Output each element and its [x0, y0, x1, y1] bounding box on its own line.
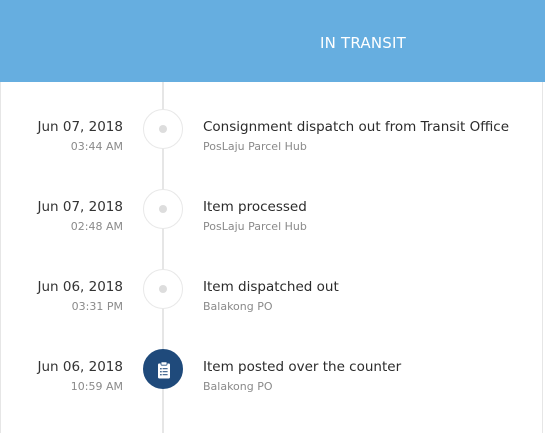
event-title: Item dispatched out: [203, 279, 339, 295]
event-time: 02:48 AM: [70, 220, 123, 233]
timeline-marker: [143, 269, 183, 309]
event-time: 10:59 AM: [70, 380, 123, 393]
timeline-event: Jun 06, 2018 03:31 PM Item dispatched ou…: [0, 269, 545, 339]
event-title: Item processed: [203, 199, 307, 215]
event-location: PosLaju Parcel Hub: [203, 140, 307, 153]
marker-dot-icon: [159, 285, 167, 293]
event-time: 03:31 PM: [71, 300, 123, 313]
status-header: IN TRANSIT: [0, 0, 545, 82]
timeline-event: Jun 07, 2018 02:48 AM Item processed Pos…: [0, 189, 545, 259]
event-title: Consignment dispatch out from Transit Of…: [203, 119, 510, 135]
event-location: Balakong PO: [203, 380, 273, 393]
timeline-event: Jun 07, 2018 03:44 AM Consignment dispat…: [0, 109, 545, 179]
marker-dot-icon: [159, 125, 167, 133]
timeline-marker: [143, 109, 183, 149]
status-title: IN TRANSIT: [320, 34, 406, 52]
event-title: Item posted over the counter: [203, 359, 402, 375]
clipboard-icon: [158, 361, 170, 379]
event-date: Jun 06, 2018: [37, 279, 123, 295]
event-time: 03:44 AM: [70, 140, 123, 153]
timeline-marker-active: [143, 349, 183, 389]
event-location: Balakong PO: [203, 300, 273, 313]
event-location: PosLaju Parcel Hub: [203, 220, 307, 233]
event-date: Jun 07, 2018: [37, 199, 123, 215]
timeline-marker: [143, 189, 183, 229]
event-date: Jun 06, 2018: [37, 359, 123, 375]
timeline-event: Jun 06, 2018 10:59 AM Item posted over t…: [0, 349, 545, 419]
marker-dot-icon: [159, 205, 167, 213]
event-date: Jun 07, 2018: [37, 119, 123, 135]
